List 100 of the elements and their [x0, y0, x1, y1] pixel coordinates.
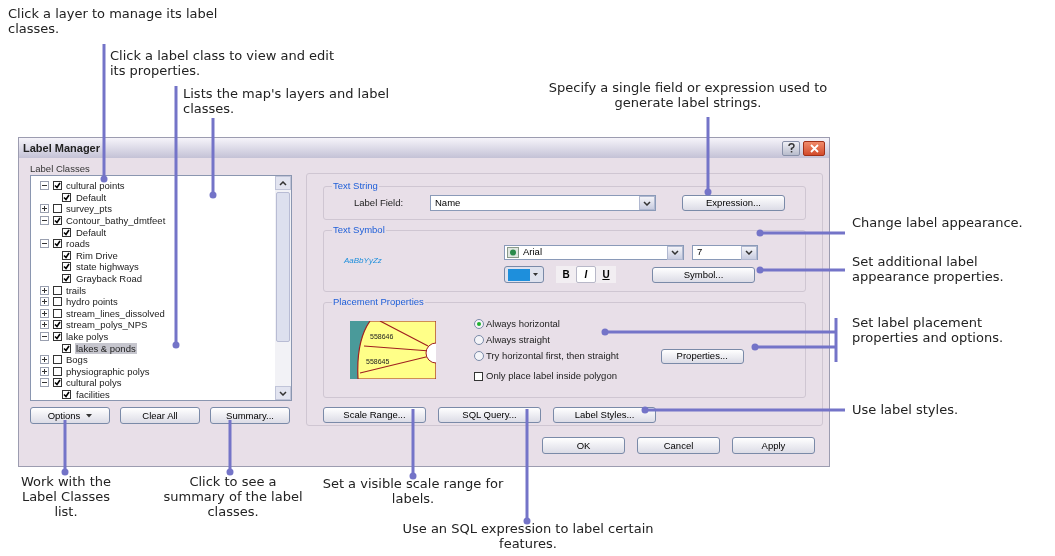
help-icon — [787, 143, 795, 153]
layer-item[interactable]: stream_polys_NPS — [66, 319, 148, 331]
panel-button[interactable]: SQL Query... — [438, 407, 541, 423]
checkbox[interactable] — [53, 239, 62, 249]
radio-button[interactable] — [474, 335, 484, 345]
font-icon — [507, 247, 519, 258]
checkbox[interactable] — [62, 192, 71, 202]
checkbox[interactable] — [53, 366, 62, 376]
checkbox[interactable] — [62, 390, 71, 399]
collapse-icon[interactable] — [40, 378, 49, 388]
collapse-icon[interactable] — [40, 332, 49, 341]
callout-text: Work with the Label Classes list. — [19, 474, 113, 519]
label-class-item[interactable]: lakes & ponds — [75, 342, 137, 354]
label-class-item[interactable]: Default — [75, 191, 108, 203]
label-class-item[interactable]: Grayback Road — [75, 273, 143, 285]
collapse-icon[interactable] — [40, 181, 49, 191]
help-button[interactable] — [782, 140, 800, 156]
checkbox-label: Only place label inside polygon — [486, 368, 617, 383]
checkbox[interactable] — [53, 332, 62, 341]
radio-button[interactable] — [474, 351, 484, 361]
color-picker[interactable] — [504, 266, 544, 283]
label-class-item[interactable]: Default — [75, 226, 108, 238]
checkbox[interactable] — [53, 378, 62, 388]
checkbox[interactable] — [53, 297, 62, 307]
layer-item[interactable]: Contour_bathy_dmtfeet — [66, 215, 166, 227]
option-label: Always horizontal — [486, 316, 560, 331]
group-title: Placement Properties — [332, 296, 425, 308]
layer-item[interactable]: Bogs — [66, 354, 88, 366]
close-icon — [809, 143, 819, 153]
layer-item[interactable]: trails — [66, 284, 87, 296]
close-button[interactable] — [803, 140, 825, 156]
checkbox[interactable] — [53, 181, 62, 191]
checkbox[interactable] — [53, 355, 62, 365]
scrollbar[interactable] — [275, 176, 291, 400]
list-button[interactable]: Clear All — [120, 407, 200, 424]
dialog-button[interactable]: Cancel — [637, 437, 720, 454]
checkbox[interactable] — [62, 227, 71, 237]
size-dropdown[interactable]: 7 — [692, 245, 758, 260]
section-label: Label Classes — [30, 162, 91, 175]
layer-item[interactable]: lake polys — [66, 331, 109, 342]
layer-item[interactable]: hydro points — [66, 296, 118, 308]
checkbox[interactable] — [53, 204, 62, 214]
dropdown-button[interactable] — [639, 196, 655, 210]
callout-text: Specify a single field or expression used to generate label strings. — [547, 80, 829, 110]
checkbox[interactable] — [62, 262, 71, 272]
layer-item[interactable]: roads — [66, 238, 90, 250]
expand-icon[interactable] — [40, 320, 49, 330]
scroll-up-icon — [279, 180, 287, 186]
checkbox[interactable] — [53, 285, 62, 295]
expand-icon[interactable] — [40, 308, 49, 318]
expand-icon[interactable] — [40, 285, 49, 295]
layer-item[interactable]: survey_pts — [66, 203, 112, 215]
expand-icon[interactable] — [40, 355, 49, 365]
checkbox[interactable] — [62, 250, 71, 260]
callout-text: Use label styles. — [852, 402, 960, 417]
dropdown-button[interactable] — [741, 245, 757, 260]
style-toggle[interactable]: U — [596, 266, 616, 283]
expand-icon[interactable] — [40, 297, 49, 307]
checkbox[interactable] — [474, 371, 483, 381]
checkbox[interactable] — [62, 343, 71, 353]
collapse-icon[interactable] — [40, 239, 49, 249]
callout-text: Click a layer to manage its label classes. — [8, 6, 219, 36]
callout-text: Use an SQL expression to label certain features. — [401, 521, 655, 551]
layer-item[interactable]: cultural polys — [66, 377, 122, 389]
dropdown-button[interactable] — [667, 245, 683, 260]
label-field-dropdown[interactable]: Name — [430, 195, 656, 211]
checkbox[interactable] — [62, 274, 71, 284]
layer-item[interactable]: physiographic polys — [66, 365, 150, 377]
group-title: Text Symbol — [332, 224, 386, 236]
layer-item[interactable]: stream_lines_dissolved — [66, 307, 165, 319]
dialog-button[interactable]: OK — [542, 437, 625, 454]
panel-button[interactable]: Label Styles... — [553, 407, 656, 423]
font-preview: AaBbYyZz — [344, 255, 383, 267]
expand-icon[interactable] — [40, 366, 49, 376]
font-dropdown[interactable]: Arial — [504, 245, 684, 260]
chevron-down-icon — [745, 250, 753, 255]
dropdown-caret-icon — [86, 413, 93, 418]
callout-text: Set a visible scale range for labels. — [321, 476, 505, 506]
expression-button[interactable]: Expression... — [682, 195, 785, 211]
label-class-item[interactable]: state highways — [75, 261, 140, 273]
chevron-down-icon — [643, 200, 651, 206]
checkbox[interactable] — [53, 308, 62, 318]
expand-icon[interactable] — [40, 204, 49, 214]
radio-button[interactable] — [474, 319, 484, 329]
label-class-item[interactable]: Rim Drive — [75, 249, 119, 261]
checkbox[interactable] — [53, 216, 62, 226]
layer-item[interactable]: cultural points — [66, 180, 125, 192]
panel-button[interactable]: Scale Range... — [323, 407, 426, 423]
symbol-button[interactable]: Symbol... — [652, 266, 755, 283]
dialog-button[interactable]: Apply — [732, 437, 815, 454]
list-button[interactable]: Summary... — [210, 407, 290, 424]
checkbox[interactable] — [53, 320, 62, 330]
callout-text: Click a label class to view and edit its properties. — [110, 48, 335, 78]
style-toggle[interactable]: B — [556, 266, 576, 283]
window-title: Label Manager — [23, 140, 101, 156]
properties-button[interactable]: Properties... — [660, 348, 744, 364]
label-class-item[interactable]: facilities — [75, 389, 111, 400]
collapse-icon[interactable] — [40, 216, 49, 226]
list-button[interactable]: Options — [30, 407, 110, 424]
style-toggle[interactable]: I — [576, 266, 596, 283]
